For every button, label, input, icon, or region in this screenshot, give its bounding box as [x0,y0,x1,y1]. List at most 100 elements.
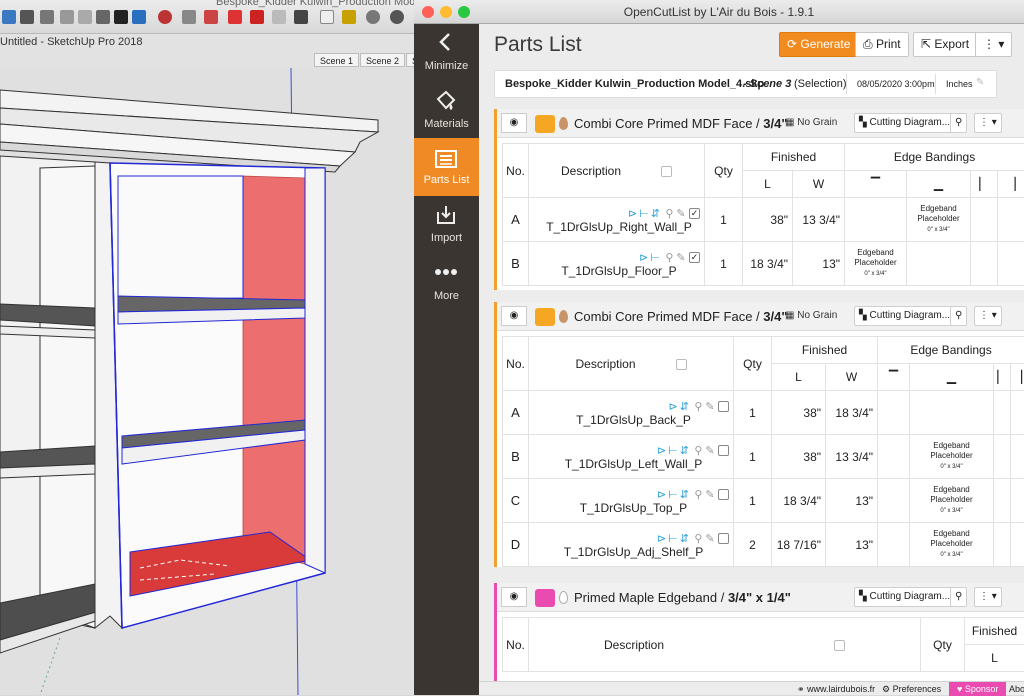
eye-slash-icon[interactable]: ◉ [501,587,527,607]
table-row[interactable]: B ⊳⊢ ⚲ ✎ ✓T_1DrGlsUp_Floor_P 1 18 3/4" 1… [503,242,1024,286]
part-letter: C [503,479,529,523]
edit-tools-icon[interactable]: ⚲ ✎ [694,445,714,457]
table-row[interactable]: A ⊳⇵ ⚲ ✎ T_1DrGlsUp_Back_P 1 38" 18 3/4" [503,391,1024,435]
edgeband-label: Placeholder [930,451,972,460]
sponsor-button[interactable]: ♥ Sponsor [949,682,1006,696]
sketchup-toolbar: Bespoke_Kidder Kulwin_Production Model_4… [0,0,414,34]
tool-icon[interactable] [320,10,334,24]
sketchup-ghost-title: Bespoke_Kidder Kulwin_Production Model_4… [216,0,414,8]
highlight-button[interactable]: ⚲ [950,587,967,607]
tool-icon[interactable] [96,10,110,24]
scene-tab-2[interactable]: Scene 2 [360,53,405,67]
tool-icon[interactable] [228,10,242,24]
website-link[interactable]: ⚭ www.lairdubois.fr [797,684,875,695]
sidebar-item-minimize[interactable]: Minimize [414,24,479,82]
eye-slash-icon[interactable]: ◉ [501,113,527,133]
table-row[interactable]: B ⊳⊢⇵ ⚲ ✎ T_1DrGlsUp_Left_Wall_P 1 38" 1… [503,435,1024,479]
tool-icon[interactable] [78,10,92,24]
part-checkbox[interactable]: ✓ [689,208,700,219]
refresh-icon: ⟳ [787,37,800,51]
edge-cell [910,391,994,435]
units-label[interactable]: Inches [946,79,973,89]
print-button[interactable]: ⎙ Print [855,32,909,57]
eye-slash-icon[interactable]: ◉ [501,306,527,326]
select-all-checkbox[interactable] [661,166,672,177]
part-tools-icon[interactable]: ⊳⊢⇵ [628,208,662,220]
part-checkbox[interactable] [718,401,729,412]
import-icon [435,204,457,226]
scene-tab-1[interactable]: Scene 1 [314,53,359,67]
material-group-card: ◉ Combi Core Primed MDF Face / 3/4" ▦ No… [494,109,1024,290]
cutting-diagram-button[interactable]: ▚ Cutting Diagram... [854,306,955,326]
group-menu-button[interactable]: ⋮ ▾ [974,306,1002,326]
part-tools-icon[interactable]: ⊳⊢ [639,252,662,264]
tool-icon[interactable] [182,10,196,24]
highlight-button[interactable]: ⚲ [950,113,967,133]
sidebar-item-more[interactable]: More [414,254,479,312]
select-all-checkbox[interactable] [834,640,845,651]
header-no: No. [503,337,529,391]
edit-tools-icon[interactable]: ⚲ ✎ [694,533,714,545]
part-tools-icon[interactable]: ⊳⊢⇵ [657,489,691,501]
material-name: Combi Core Primed MDF Face / 3/4" [574,309,788,324]
tool-icon[interactable] [40,10,54,24]
window-title: OpenCutList by L'Air du Bois - 1.9.1 [414,5,1024,19]
part-length: 18 7/16" [772,523,826,567]
group-menu-button[interactable]: ⋮ ▾ [974,587,1002,607]
table-row[interactable]: D ⊳⊢⇵ ⚲ ✎ T_1DrGlsUp_Adj_Shelf_P 2 18 7/… [503,523,1024,567]
link-icon: ⚭ [797,684,807,694]
generate-button[interactable]: ⟳ Generate [779,32,858,57]
tool-icon[interactable] [272,10,286,24]
heart-icon: ♥ [957,684,965,694]
sidebar-item-import[interactable]: Import [414,196,479,254]
more-options-button[interactable]: ⋮ ▾ [975,32,1012,57]
part-checkbox[interactable] [718,489,729,500]
export-button[interactable]: ⇱ Export [913,32,977,57]
pencil-icon[interactable]: ✎ [976,77,984,88]
part-tools-icon[interactable]: ⊳⇵ [669,401,691,413]
edit-tools-icon[interactable]: ⚲ ✎ [694,489,714,501]
part-checkbox[interactable]: ✓ [689,252,700,263]
tool-icon[interactable] [60,10,74,24]
cutting-diagram-button[interactable]: ▚ Cutting Diagram... [854,113,955,133]
sidebar-item-parts-list[interactable]: Parts List [414,138,479,196]
select-all-checkbox[interactable] [676,359,687,370]
part-checkbox[interactable] [718,445,729,456]
tool-icon[interactable] [114,10,128,24]
select-tool-icon[interactable] [2,10,16,24]
tool-icon[interactable] [342,10,356,24]
edit-tools-icon[interactable]: ⚲ ✎ [665,208,685,220]
edge-cell: EdgebandPlaceholder0" x 3/4" [910,435,994,479]
printer-icon: ⎙ [863,37,876,51]
model-viewport[interactable] [0,68,414,695]
paint-bucket-icon [435,90,457,112]
edge-cell [878,391,910,435]
group-menu-button[interactable]: ⋮ ▾ [974,113,1002,133]
table-row[interactable]: A ⊳⊢⇵ ⚲ ✎ ✓T_1DrGlsUp_Right_Wall_P 1 38"… [503,198,1024,242]
edit-tools-icon[interactable]: ⚲ ✎ [665,252,685,264]
header-description: Description [529,337,734,391]
edge-cell [907,242,971,286]
grain-text: No Grain [797,310,837,321]
tool-icon[interactable] [132,10,146,24]
sidebar-item-materials[interactable]: Materials [414,82,479,140]
extension-icon[interactable] [158,10,172,24]
tool-icon[interactable] [366,10,380,24]
tool-icon[interactable] [20,10,34,24]
scene-tab-3[interactable]: S [406,53,414,67]
part-checkbox[interactable] [718,533,729,544]
cutting-diagram-button[interactable]: ▚ Cutting Diagram... [854,587,955,607]
part-tools-icon[interactable]: ⊳⊢⇵ [657,533,691,545]
sponsor-label: Sponsor [965,684,999,694]
table-row[interactable]: C ⊳⊢⇵ ⚲ ✎ T_1DrGlsUp_Top_P 1 18 3/4" 13"… [503,479,1024,523]
about-link[interactable]: Abo [1009,684,1024,694]
highlight-button[interactable]: ⚲ [950,306,967,326]
tool-icon[interactable] [204,10,218,24]
part-tools-icon[interactable]: ⊳⊢⇵ [657,445,691,457]
tool-icon[interactable] [250,10,264,24]
tool-icon[interactable] [294,10,308,24]
edit-tools-icon[interactable]: ⚲ ✎ [694,401,714,413]
preferences-link[interactable]: ⚙ Preferences [882,684,941,695]
tool-icon[interactable] [390,10,404,24]
part-length: 18 3/4" [772,479,826,523]
